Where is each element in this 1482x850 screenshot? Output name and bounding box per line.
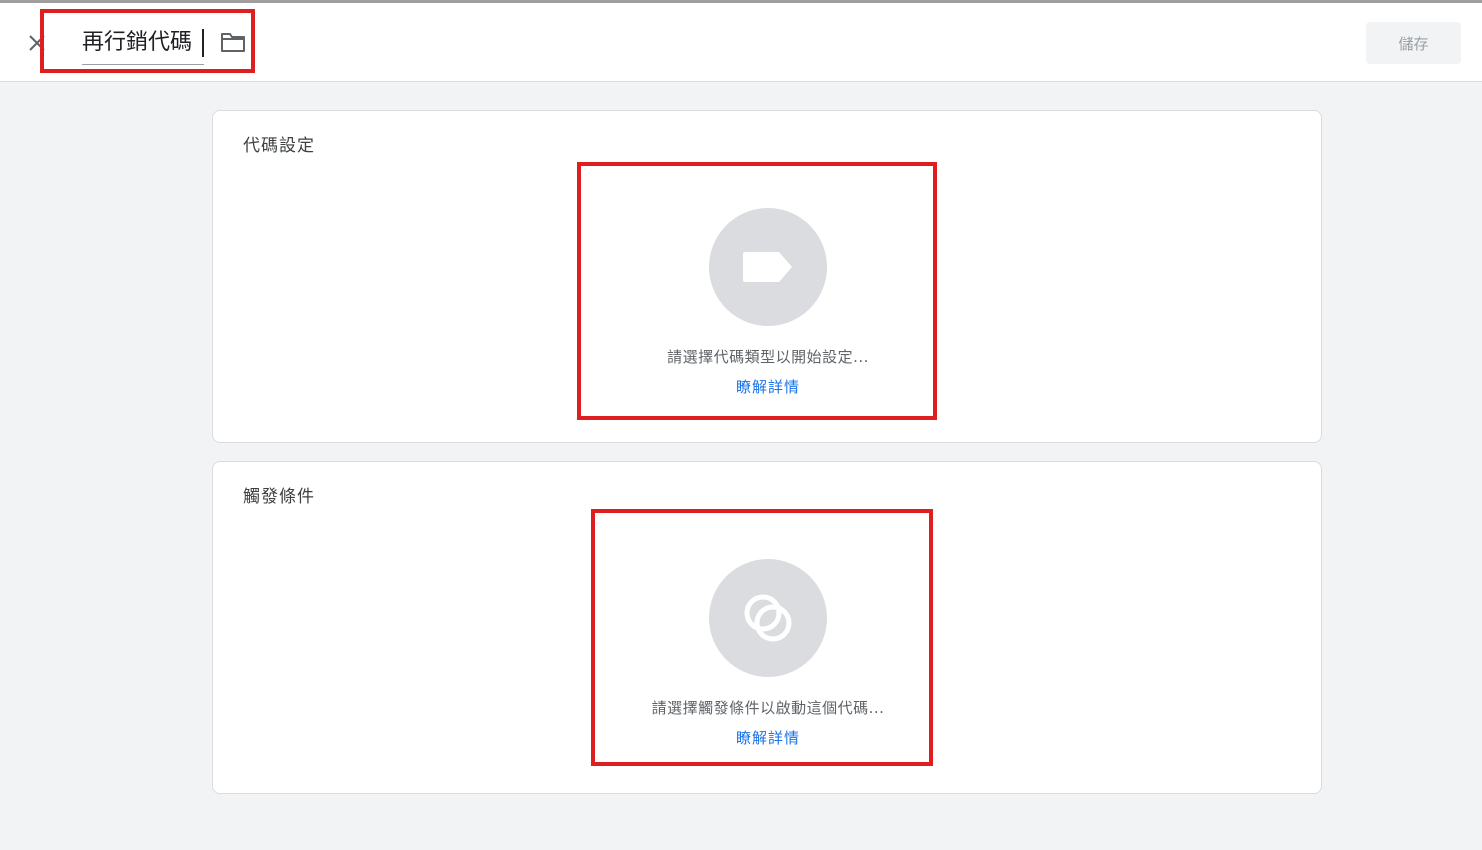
choose-trigger-placeholder[interactable]: 請選擇觸發條件以啟動這個代碼... 瞭解詳情	[213, 559, 1323, 748]
tag-name-input[interactable]	[82, 23, 204, 63]
tag-configuration-title: 代碼設定	[243, 136, 315, 156]
triggering-title: 觸發條件	[243, 487, 315, 507]
tag-type-circle[interactable]	[709, 208, 827, 326]
trigger-circle[interactable]	[709, 559, 827, 677]
text-caret	[202, 29, 204, 57]
editor-header: 儲存	[0, 3, 1482, 82]
trigger-icon	[744, 594, 792, 642]
triggering-card: 觸發條件 請選擇觸發條件以啟動這個代碼... 瞭解詳情	[212, 461, 1322, 794]
choose-trigger-text: 請選擇觸發條件以啟動這個代碼...	[651, 699, 885, 717]
choose-tag-type-text: 請選擇代碼類型以開始設定...	[667, 348, 869, 366]
choose-tag-type-placeholder[interactable]: 請選擇代碼類型以開始設定... 瞭解詳情	[213, 208, 1323, 397]
close-button[interactable]	[24, 30, 50, 56]
tag-name-field[interactable]	[82, 23, 204, 65]
learn-more-link[interactable]: 瞭解詳情	[736, 727, 800, 748]
folder-button[interactable]	[220, 31, 246, 53]
tag-icon	[743, 252, 792, 282]
save-button[interactable]: 儲存	[1366, 22, 1461, 64]
close-icon	[29, 35, 45, 51]
learn-more-link[interactable]: 瞭解詳情	[736, 376, 800, 397]
tag-configuration-card: 代碼設定 請選擇代碼類型以開始設定... 瞭解詳情	[212, 110, 1322, 443]
folder-icon	[221, 33, 245, 52]
